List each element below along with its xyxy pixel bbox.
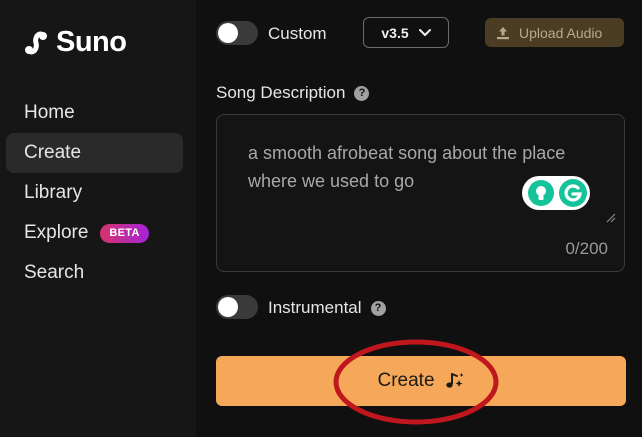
song-description-label: Song Description [216, 83, 346, 102]
sidebar-item-label: Search [24, 262, 85, 283]
music-sparkle-icon [445, 373, 464, 388]
create-panel: Custom v3.5 Upload Audio Song Descriptio… [196, 0, 642, 437]
song-description-text[interactable]: a smooth afrobeat song about the place w… [248, 139, 568, 195]
sidebar-item-search[interactable]: Search [6, 253, 183, 293]
custom-label: Custom [268, 24, 327, 43]
character-counter: 0/200 [565, 239, 608, 258]
question-mark-icon[interactable]: ? [370, 300, 386, 316]
toggle-knob [218, 297, 238, 317]
create-label: Create [377, 370, 435, 391]
sidebar-item-label: Create [24, 142, 82, 163]
sidebar: Suno Home Create Library Explore BETA Se… [0, 0, 196, 437]
instrumental-label: Instrumental [268, 298, 362, 317]
sidebar-item-home[interactable]: Home [6, 93, 183, 133]
create-button[interactable]: Create [216, 356, 626, 406]
resize-handle-icon[interactable] [606, 213, 616, 223]
upload-audio-button[interactable]: Upload Audio [485, 18, 624, 47]
sidebar-item-create[interactable]: Create [6, 133, 183, 173]
question-mark-icon[interactable]: ? [354, 85, 370, 101]
sidebar-item-label: Library [24, 182, 83, 203]
suno-logo-icon [25, 31, 47, 54]
instrumental-toggle[interactable] [216, 295, 258, 319]
song-description-input[interactable]: a smooth afrobeat song about the place w… [216, 114, 625, 272]
upload-label: Upload Audio [519, 24, 603, 41]
brand-logo[interactable]: Suno [24, 26, 127, 59]
chevron-down-icon [418, 28, 431, 36]
toggle-knob [218, 23, 238, 43]
song-description-title: Song Description ? [216, 83, 370, 103]
brand-name: Suno [56, 26, 127, 58]
instrumental-row: Instrumental ? [268, 298, 386, 318]
version-select[interactable]: v3.5 [363, 17, 449, 48]
lightbulb-icon [528, 180, 554, 206]
sidebar-item-label: Explore [24, 222, 89, 243]
beta-badge: BETA [100, 223, 149, 243]
custom-toggle[interactable] [216, 21, 258, 45]
sidebar-item-library[interactable]: Library [6, 173, 183, 213]
upload-icon [497, 26, 509, 39]
sidebar-item-label: Home [24, 102, 75, 123]
sidebar-item-explore[interactable]: Explore BETA [6, 213, 183, 253]
grammarly-icon[interactable] [522, 176, 590, 210]
version-label: v3.5 [381, 24, 409, 41]
grammarly-g-icon [559, 179, 587, 207]
